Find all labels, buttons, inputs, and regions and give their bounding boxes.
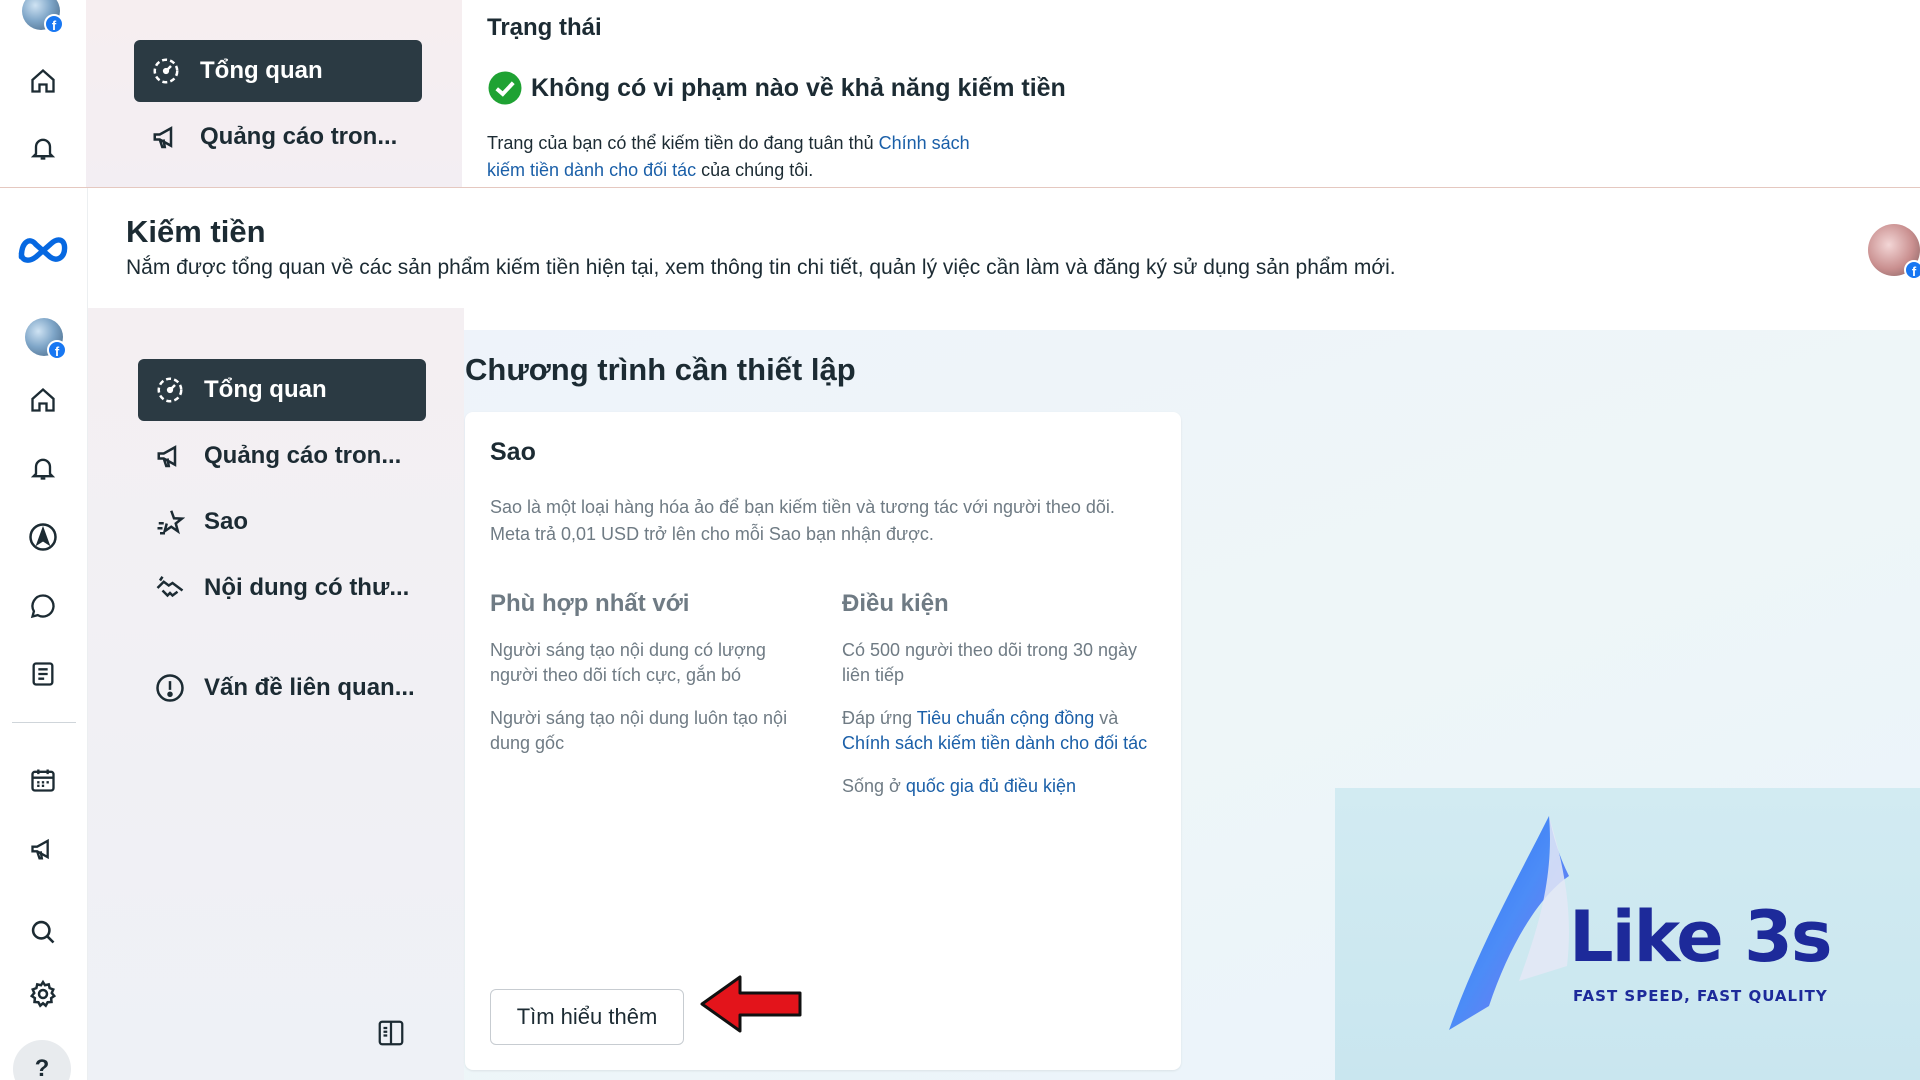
nav-item-issues[interactable]: Vấn đề liên quan... bbox=[138, 657, 426, 719]
previous-screen-slice: f Tổng quan Quảng cáo tron... Trạng thái bbox=[0, 0, 1920, 188]
panel-toggle-icon[interactable] bbox=[376, 1018, 406, 1053]
nav-item-overview[interactable]: Tổng quan bbox=[138, 359, 426, 421]
facebook-badge-icon: f bbox=[44, 14, 64, 34]
check-circle-icon bbox=[487, 70, 523, 106]
requirements-heading: Điều kiện bbox=[842, 590, 949, 617]
gauge-icon bbox=[154, 374, 186, 406]
partner-policy-link[interactable]: Chính sách kiếm tiền dành cho đối tác bbox=[842, 733, 1147, 753]
like3s-watermark: Like 3s FAST SPEED, FAST QUALITY bbox=[1335, 788, 1920, 1080]
nav-item-label: Quảng cáo tron... bbox=[200, 123, 398, 150]
star-icon bbox=[154, 506, 186, 538]
gear-icon[interactable] bbox=[0, 968, 86, 1020]
top-nav-panel: Tổng quan Quảng cáo tron... bbox=[86, 0, 462, 188]
home-icon[interactable] bbox=[0, 55, 86, 107]
nav-item-branded-content[interactable]: Nội dung có thư... bbox=[138, 557, 426, 619]
chat-icon[interactable] bbox=[0, 580, 86, 632]
description-line: Sao là một loại hàng hóa ảo để bạn kiếm … bbox=[490, 497, 1115, 517]
page-subtitle: Nắm được tổng quan về các sản phẩm kiếm … bbox=[126, 256, 1396, 279]
facebook-badge-icon: f bbox=[1904, 260, 1920, 280]
best-for-heading: Phù hợp nhất với bbox=[490, 590, 690, 617]
nav-item-label: Tổng quan bbox=[204, 376, 327, 403]
meta-logo-icon[interactable] bbox=[0, 218, 86, 278]
best-for-column: Phù hợp nhất với Người sáng tạo nội dung… bbox=[490, 590, 810, 756]
megaphone-icon bbox=[150, 121, 182, 153]
like3s-logo-icon bbox=[1449, 816, 1569, 1030]
help-icon[interactable]: ? bbox=[13, 1040, 71, 1080]
card-description: Sao là một loại hàng hóa ảo để bạn kiếm … bbox=[490, 494, 1170, 548]
status-headline: Không có vi phạm nào về khả năng kiếm ti… bbox=[531, 73, 1066, 102]
handshake-icon bbox=[154, 572, 186, 604]
compass-icon[interactable] bbox=[0, 511, 86, 563]
gauge-icon bbox=[150, 55, 182, 87]
status-section: Trạng thái Không có vi phạm nào về khả n… bbox=[462, 0, 1920, 188]
nav-item-in-stream-ads[interactable]: Quảng cáo tron... bbox=[134, 106, 422, 168]
facebook-badge-icon: f bbox=[47, 340, 67, 360]
watermark-tagline: FAST SPEED, FAST QUALITY bbox=[1573, 987, 1828, 1005]
top-left-rail: f bbox=[0, 0, 86, 188]
status-description: Trang của bạn có thể kiếm tiền do đang t… bbox=[487, 130, 1007, 184]
megaphone-icon bbox=[154, 440, 186, 472]
nav-item-stars[interactable]: Sao bbox=[138, 491, 426, 553]
status-title: Trạng thái bbox=[487, 14, 602, 41]
requirement-text: Sống ở bbox=[842, 776, 906, 796]
learn-more-button[interactable]: Tìm hiểu thêm bbox=[490, 989, 684, 1045]
requirements-column: Điều kiện Có 500 người theo dõi trong 30… bbox=[842, 590, 1152, 799]
nav-item-label: Quảng cáo tron... bbox=[204, 442, 402, 469]
content-top-strip bbox=[464, 308, 1920, 330]
nav-item-label: Vấn đề liên quan... bbox=[204, 674, 415, 701]
requirement-text: Đáp ứng bbox=[842, 708, 917, 728]
status-text: của chúng tôi. bbox=[696, 160, 814, 180]
bell-icon[interactable] bbox=[0, 442, 86, 494]
watermark-brand: Like 3s bbox=[1569, 896, 1832, 978]
status-text: Trang của bạn có thể kiếm tiền do đang t… bbox=[487, 133, 879, 153]
page-header: Kiếm tiền Nắm được tổng quan về các sản … bbox=[88, 188, 1920, 308]
profile-avatar[interactable]: f bbox=[22, 0, 64, 38]
global-nav-rail: f ? bbox=[0, 188, 88, 1080]
nav-item-label: Sao bbox=[204, 508, 249, 535]
home-icon[interactable] bbox=[0, 374, 86, 426]
section-title: Chương trình cần thiết lập bbox=[465, 352, 856, 387]
megaphone-icon[interactable] bbox=[0, 823, 86, 875]
requirement-item: Sống ở quốc gia đủ điều kiện bbox=[842, 774, 1152, 799]
community-standards-link[interactable]: Tiêu chuẩn cộng đồng bbox=[917, 708, 1094, 728]
eligible-countries-link[interactable]: quốc gia đủ điều kiện bbox=[906, 776, 1076, 796]
profile-avatar[interactable]: f bbox=[25, 318, 67, 360]
nav-item-label: Tổng quan bbox=[200, 57, 323, 84]
best-for-item: Người sáng tạo nội dung có lượng người t… bbox=[490, 640, 766, 685]
card-title: Sao bbox=[490, 438, 536, 466]
nav-item-overview[interactable]: Tổng quan bbox=[134, 40, 422, 102]
nav-item-label: Nội dung có thư... bbox=[204, 574, 410, 601]
requirement-text: và bbox=[1094, 708, 1119, 728]
pages-icon[interactable] bbox=[0, 648, 86, 700]
description-line: Meta trả 0,01 USD trở lên cho mỗi Sao bạ… bbox=[490, 524, 934, 544]
section-nav-panel: Tổng quan Quảng cáo tron... Sao Nội dung… bbox=[88, 308, 464, 1080]
stars-program-card: Sao Sao là một loại hàng hóa ảo để bạn k… bbox=[465, 412, 1181, 1070]
alert-circle-icon bbox=[154, 672, 186, 704]
rail-divider bbox=[12, 722, 76, 723]
requirement-item: Đáp ứng Tiêu chuẩn cộng đồng và Chính sá… bbox=[842, 706, 1152, 756]
nav-item-in-stream-ads[interactable]: Quảng cáo tron... bbox=[138, 425, 426, 487]
search-icon[interactable] bbox=[0, 906, 86, 958]
bell-icon[interactable] bbox=[0, 122, 86, 174]
profile-avatar[interactable]: f bbox=[1868, 224, 1920, 280]
best-for-item: Người sáng tạo nội dung luôn tạo nội dun… bbox=[490, 708, 788, 753]
page-title: Kiếm tiền bbox=[126, 214, 266, 249]
calendar-icon[interactable] bbox=[0, 754, 86, 806]
requirement-item: Có 500 người theo dõi trong 30 ngày liên… bbox=[842, 640, 1138, 685]
red-arrow-annotation bbox=[700, 973, 804, 1040]
